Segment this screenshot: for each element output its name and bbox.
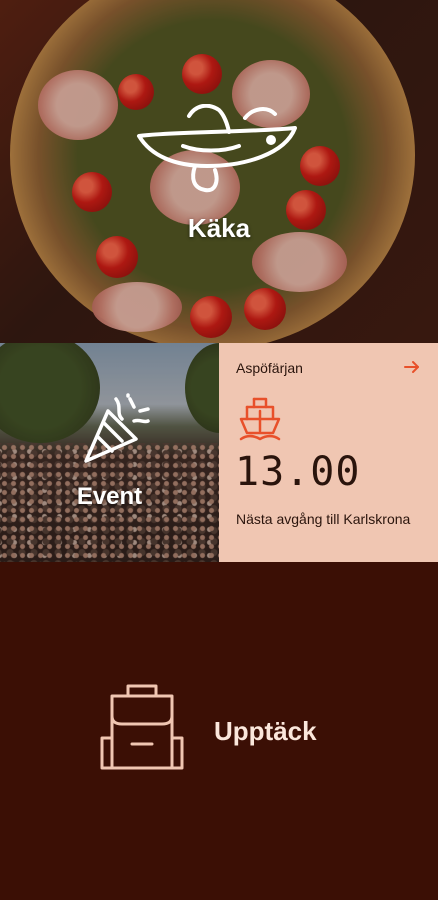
- home-screen: Käka Event Aspöfärjan 13.00 Nästa avgång…: [0, 0, 438, 900]
- ferry-tile[interactable]: Aspöfärjan 13.00 Nästa avgång till Karls…: [219, 343, 438, 562]
- ferry-departure-time: 13.00: [235, 449, 361, 495]
- ferry-icon: [239, 397, 281, 441]
- ferry-description: Nästa avgång till Karlskrona: [236, 511, 411, 527]
- ferry-title: Aspöfärjan: [236, 360, 303, 376]
- party-popper-icon: [84, 393, 150, 463]
- event-tile-label: Event: [76, 483, 143, 510]
- backpack-icon: [100, 684, 184, 770]
- food-tile[interactable]: Käka: [0, 0, 438, 343]
- arrow-right-icon[interactable]: [403, 358, 421, 376]
- discover-tile-label: Upptäck: [214, 716, 317, 746]
- food-tile-label: Käka: [187, 213, 251, 243]
- event-tile[interactable]: Event: [0, 343, 219, 562]
- fish-icon: [137, 104, 297, 193]
